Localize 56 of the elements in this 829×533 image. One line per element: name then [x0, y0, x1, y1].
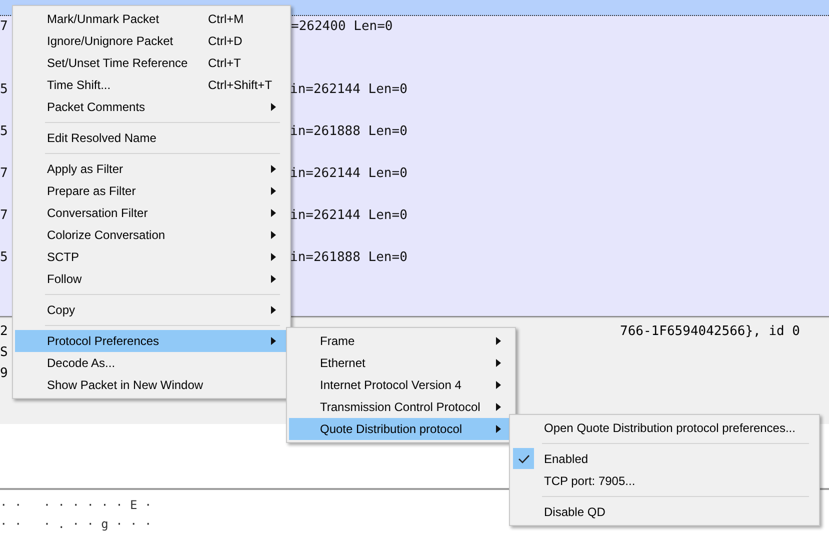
detail-text: 2 — [0, 324, 8, 340]
menu-item[interactable]: Show Packet in New Window — [15, 374, 288, 396]
menu-item[interactable]: Apply as Filter — [15, 158, 288, 180]
packet-info-text: in=261888 Len=0 — [290, 124, 408, 140]
menu-item[interactable]: SCTP — [15, 246, 288, 268]
menu-item[interactable]: Internet Protocol Version 4 — [289, 374, 513, 396]
menu-item[interactable]: Follow — [15, 268, 288, 290]
submenu-arrow-icon — [271, 165, 276, 173]
packet-info-text: in=262144 Len=0 — [290, 166, 408, 182]
submenu-arrow-icon — [496, 337, 501, 345]
detail-text: S — [0, 345, 8, 361]
menu-item[interactable]: Mark/Unmark Packet Ctrl+M — [15, 8, 288, 30]
menu-item[interactable]: Ignore/Unignore Packet Ctrl+D — [15, 30, 288, 52]
menu-item[interactable]: Set/Unset Time Reference Ctrl+T — [15, 52, 288, 74]
submenu-arrow-icon — [271, 103, 276, 111]
packet-text: 5 — [0, 250, 8, 266]
ascii-bytes-text: · · · · · · · · E · — [0, 497, 152, 514]
submenu-arrow-icon — [271, 306, 276, 314]
submenu-arrow-icon — [271, 187, 276, 195]
menu-item[interactable]: Time Shift... Ctrl+Shift+T — [15, 74, 288, 96]
menu-item[interactable]: Edit Resolved Name — [15, 127, 288, 149]
packet-text: 7 — [0, 208, 8, 224]
submenu-arrow-icon — [271, 275, 276, 283]
menu-item[interactable]: Disable QD — [512, 501, 817, 523]
detail-text: 766-1F6594042566}, id 0 — [620, 324, 800, 340]
menu-item[interactable]: Open Quote Distribution protocol preferences... — [512, 417, 817, 439]
menu-item[interactable]: Ethernet — [289, 352, 513, 374]
menu-item[interactable]: Colorize Conversation — [15, 224, 288, 246]
packet-text: 7 — [0, 166, 8, 182]
packet-info-text: =262400 Len=0 — [291, 19, 393, 35]
packet-text: 5 — [0, 82, 8, 98]
menu-item[interactable]: TCP port: 7905... — [512, 470, 817, 492]
packet-info-text: in=262144 Len=0 — [290, 208, 408, 224]
detail-text: 9 — [0, 366, 8, 382]
ascii-bytes-text: · · · . · · g · · · — [0, 516, 152, 533]
submenu-arrow-icon — [271, 337, 276, 345]
packet-text: 7 — [0, 19, 8, 35]
menu-item[interactable]: Packet Comments — [15, 96, 288, 118]
packet-info-text: in=261888 Len=0 — [290, 250, 408, 266]
submenu-arrow-icon — [496, 381, 501, 389]
menu-item[interactable]: Copy — [15, 299, 288, 321]
menu-item[interactable]: Enabled — [512, 448, 817, 470]
menu-item[interactable]: Decode As... — [15, 352, 288, 374]
submenu-arrow-icon — [496, 425, 501, 433]
packet-text: 5 — [0, 124, 8, 140]
submenu-arrow-icon — [496, 359, 501, 367]
submenu-arrow-icon — [271, 253, 276, 261]
menu-item[interactable]: Frame — [289, 330, 513, 352]
menu-item[interactable]: Protocol Preferences — [15, 330, 288, 352]
submenu-arrow-icon — [271, 209, 276, 217]
packet-info-text: in=262144 Len=0 — [290, 82, 408, 98]
menu-item[interactable]: Transmission Control Protocol — [289, 396, 513, 418]
submenu-arrow-icon — [496, 403, 501, 411]
menu-item[interactable]: Prepare as Filter — [15, 180, 288, 202]
submenu-arrow-icon — [271, 231, 276, 239]
menu-item[interactable]: Conversation Filter — [15, 202, 288, 224]
